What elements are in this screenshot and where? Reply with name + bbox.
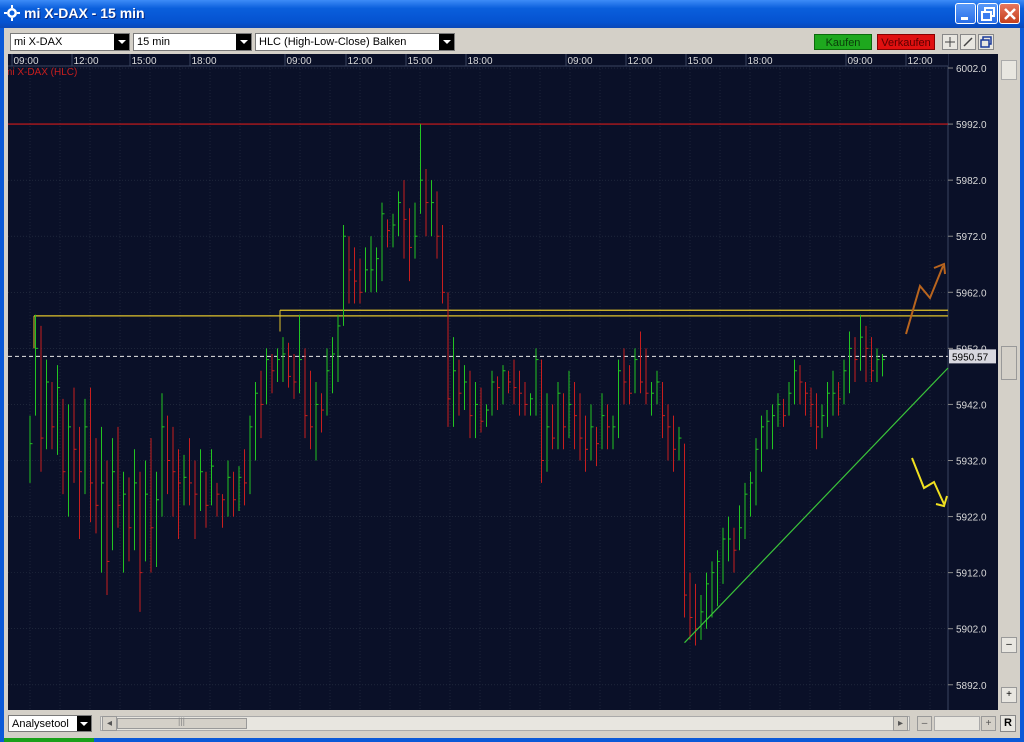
chart-canvas[interactable]: 09:00 12:00 15:00 18:00 09:00 12:00 15:00 18:00… xyxy=(8,54,998,710)
chevron-down-icon[interactable] xyxy=(236,34,251,50)
chart-style-select[interactable]: HLC (High-Low-Close) Balken xyxy=(255,33,455,51)
zoom-minus-button[interactable]: – xyxy=(917,716,932,731)
title-bar[interactable]: mi X-DAX - 15 min xyxy=(0,0,1024,28)
y-tick-label: 5922.0 xyxy=(956,513,987,524)
crosshair-icon xyxy=(945,37,955,47)
window-title: mi X-DAX - 15 min xyxy=(24,5,145,21)
y-tick-label: 5932.0 xyxy=(956,456,987,467)
scroll-thumb[interactable] xyxy=(1001,346,1017,380)
minimize-icon xyxy=(961,17,968,20)
close-button[interactable] xyxy=(999,3,1020,24)
scroll-left-button[interactable]: ◂ xyxy=(102,716,117,731)
scroll-thumb[interactable] xyxy=(117,716,247,729)
minimize-button[interactable] xyxy=(955,3,976,24)
chart-toolbar: mi X-DAX 15 min HLC (High-Low-Close) Bal… xyxy=(4,28,1020,54)
zoom-in-button[interactable]: + xyxy=(1001,687,1017,703)
window-toggle-button[interactable] xyxy=(978,34,994,50)
x-tick-label: 09:00 xyxy=(286,56,311,67)
last-price-label: 5950.57 xyxy=(952,352,989,363)
scroll-right-button[interactable]: ▸ xyxy=(893,716,908,731)
close-icon xyxy=(1004,8,1016,20)
x-tick-label: 15:00 xyxy=(131,56,156,67)
chart-window-client: mi X-DAX 15 min HLC (High-Low-Close) Bal… xyxy=(4,28,1020,738)
instrument-select[interactable]: mi X-DAX xyxy=(10,33,130,51)
y-tick-label: 6002.0 xyxy=(956,64,987,75)
zoom-slider[interactable] xyxy=(934,716,980,731)
x-tick-label: 09:00 xyxy=(567,56,592,67)
y-tick-label: 5972.0 xyxy=(956,232,987,243)
x-tick-label: 15:00 xyxy=(687,56,712,67)
instrument-select-value: mi X-DAX xyxy=(14,36,63,48)
y-tick-label: 5962.0 xyxy=(956,288,987,299)
interval-select[interactable]: 15 min xyxy=(133,33,252,51)
y-axis-panel xyxy=(948,54,998,710)
application-window: mi X-DAX - 15 min mi X-DAX 15 min HLC (H… xyxy=(0,0,1024,742)
zoom-out-button[interactable]: – xyxy=(1001,637,1017,653)
x-tick-label: 09:00 xyxy=(13,56,38,67)
chevron-down-icon[interactable] xyxy=(439,34,454,50)
restore-button[interactable] xyxy=(977,3,998,24)
chevron-down-icon[interactable] xyxy=(77,716,91,731)
status-indicator xyxy=(4,738,94,742)
y-tick-label: 5902.0 xyxy=(956,625,987,636)
horizontal-scrollbar[interactable] xyxy=(100,716,910,731)
y-tick-label: 5892.0 xyxy=(956,681,987,692)
x-tick-label: 12:00 xyxy=(347,56,372,67)
y-tick-label: 5912.0 xyxy=(956,569,987,580)
x-tick-label: 18:00 xyxy=(467,56,492,67)
analysis-tool-value: Analysetool xyxy=(12,718,69,730)
x-tick-label: 12:00 xyxy=(907,56,932,67)
restore-icon xyxy=(981,7,995,21)
zoom-plus-button[interactable]: + xyxy=(981,716,996,731)
x-tick-label: 18:00 xyxy=(191,56,216,67)
x-tick-label: 15:00 xyxy=(407,56,432,67)
interval-select-value: 15 min xyxy=(137,36,171,48)
crosshair-tool-button[interactable] xyxy=(942,34,958,50)
chart-title: mi X-DAX (HLC) xyxy=(8,67,77,78)
y-tick-label: 5942.0 xyxy=(956,400,987,411)
x-axis: 09:00 12:00 15:00 18:00 09:00 12:00 15:00 18:00… xyxy=(8,54,948,67)
price-chart[interactable]: 09:00 12:00 15:00 18:00 09:00 12:00 15:00 18:00… xyxy=(8,54,998,710)
app-icon xyxy=(4,5,20,21)
windows-icon xyxy=(980,36,992,48)
y-tick-label: 5992.0 xyxy=(956,120,987,131)
x-tick-label: 12:00 xyxy=(627,56,652,67)
draw-line-tool-button[interactable] xyxy=(960,34,976,50)
x-tick-label: 18:00 xyxy=(747,56,772,67)
buy-button[interactable]: Kaufen xyxy=(814,34,872,50)
analysis-tool-select[interactable]: Analysetool xyxy=(8,715,92,732)
reset-button[interactable]: R xyxy=(1000,715,1016,732)
chevron-down-icon[interactable] xyxy=(114,34,129,50)
vertical-scrollbar[interactable]: – + xyxy=(998,54,1020,710)
y-tick-label: 5982.0 xyxy=(956,176,987,187)
bottom-toolbar: Analysetool ◂ ▸ – + R xyxy=(4,710,1020,738)
sell-button[interactable]: Verkaufen xyxy=(877,34,935,50)
scroll-up-button[interactable] xyxy=(1001,60,1017,80)
x-tick-label: 12:00 xyxy=(73,56,98,67)
line-icon xyxy=(963,37,973,47)
chart-style-select-value: HLC (High-Low-Close) Balken xyxy=(259,36,407,48)
x-tick-label: 09:00 xyxy=(847,56,872,67)
